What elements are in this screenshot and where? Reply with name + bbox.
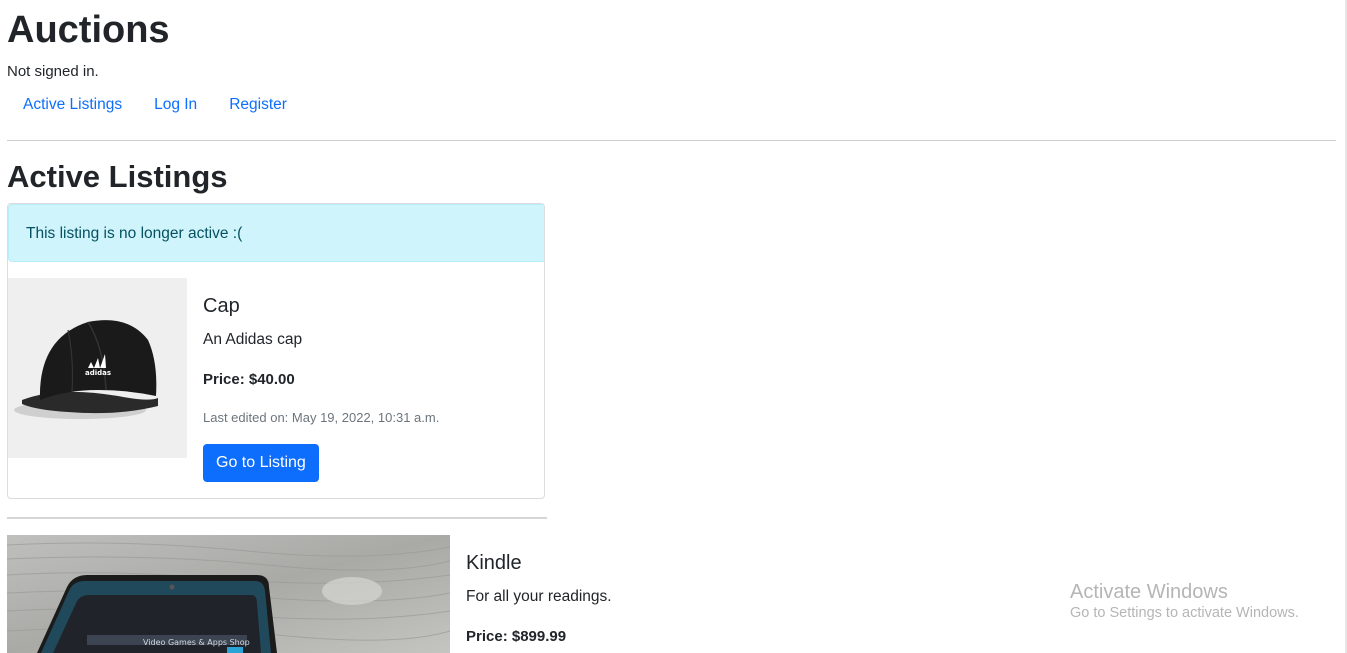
nav-link-log-in[interactable]: Log In <box>138 95 213 115</box>
watermark-title: Activate Windows <box>1070 581 1228 603</box>
listing-description: For all your readings. <box>466 588 612 605</box>
listing-image-kindle: Video Games & Apps Shop <box>7 535 450 653</box>
nav-link-active-listings[interactable]: Active Listings <box>7 95 138 115</box>
main-nav: Active Listings Log In Register <box>7 95 303 115</box>
listing-title: Cap <box>203 295 240 317</box>
activate-windows-watermark: Activate Windows Go to Settings to activ… <box>1070 580 1299 622</box>
listing-body: Kindle For all your readings. Price: $89… <box>466 551 866 647</box>
listing-card: This listing is no longer active :( adid… <box>7 203 545 499</box>
section-title: Active Listings <box>7 159 228 194</box>
listing-body: Cap An Adidas cap Price: $40.00 Last edi… <box>203 294 533 482</box>
listing-price: Price: $40.00 <box>203 371 295 388</box>
watermark-subtitle: Go to Settings to activate Windows. <box>1070 605 1299 621</box>
page: Auctions Not signed in. Active Listings … <box>0 0 1347 653</box>
kindle-tablet-photo: Video Games & Apps Shop <box>7 535 450 653</box>
listing-price: Price: $899.99 <box>466 628 567 645</box>
listing-divider <box>7 517 547 519</box>
listing-title: Kindle <box>466 552 522 574</box>
site-title: Auctions <box>7 9 170 51</box>
svg-text:adidas: adidas <box>85 369 111 377</box>
svg-text:Video Games & Apps Shop: Video Games & Apps Shop <box>143 638 250 647</box>
go-to-listing-button[interactable]: Go to Listing <box>203 444 319 482</box>
nav-link-register[interactable]: Register <box>213 95 303 115</box>
adidas-cap-photo: adidas <box>8 278 187 458</box>
header-divider <box>7 140 1336 141</box>
inactive-listing-alert: This listing is no longer active :( <box>8 204 544 262</box>
signin-status: Not signed in. <box>7 63 99 80</box>
listing-image-cap: adidas <box>8 278 187 458</box>
listing-last-edited: Last edited on: May 19, 2022, 10:31 a.m. <box>203 410 440 425</box>
listing-description: An Adidas cap <box>203 331 303 348</box>
